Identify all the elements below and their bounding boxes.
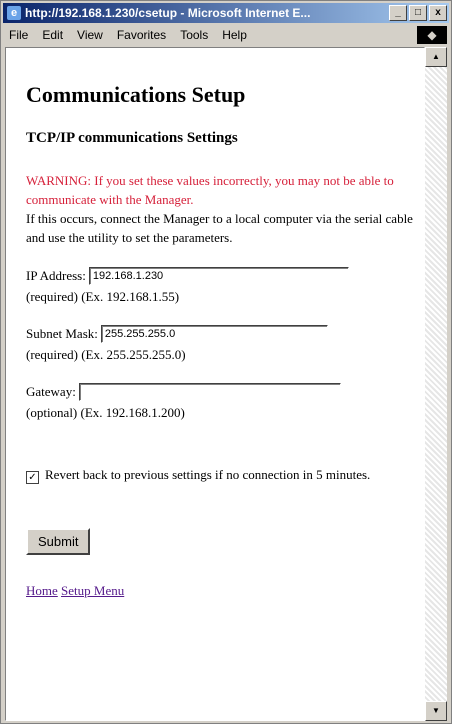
mask-hint: (required) (Ex. 255.255.255.0) bbox=[26, 347, 186, 362]
gateway-input[interactable] bbox=[78, 383, 341, 401]
page-title: Communications Setup bbox=[26, 82, 246, 107]
home-link[interactable]: Home bbox=[26, 583, 58, 598]
close-button[interactable]: x bbox=[429, 5, 447, 21]
minimize-button[interactable]: _ bbox=[389, 5, 407, 21]
mask-label: Subnet Mask: bbox=[26, 326, 98, 341]
subnet-mask-input[interactable] bbox=[100, 325, 328, 343]
title-bar: e http://192.168.1.230/csetup - Microsof… bbox=[3, 3, 449, 23]
ip-row: IP Address: bbox=[26, 267, 414, 285]
page-content: Communications Setup TCP/IP communicatio… bbox=[5, 47, 425, 721]
windows-logo-icon: ◆ bbox=[417, 26, 447, 44]
mask-row: Subnet Mask: bbox=[26, 325, 414, 343]
gateway-label: Gateway: bbox=[26, 384, 76, 399]
menu-tools[interactable]: Tools bbox=[180, 28, 208, 42]
menu-file[interactable]: File bbox=[9, 28, 28, 42]
menu-bar: File Edit View Favorites Tools Help ◆ bbox=[3, 25, 449, 45]
setup-menu-link[interactable]: Setup Menu bbox=[61, 583, 124, 598]
scroll-up-icon[interactable]: ▲ bbox=[425, 47, 447, 67]
revert-label: Revert back to previous settings if no c… bbox=[45, 467, 371, 482]
revert-option: ✓ Revert back to previous settings if no … bbox=[26, 465, 414, 484]
footer-links: Home Setup Menu bbox=[26, 583, 414, 599]
instructions-text: If this occurs, connect the Manager to a… bbox=[26, 211, 413, 245]
ie-icon: e bbox=[7, 6, 21, 20]
maximize-button[interactable]: □ bbox=[409, 5, 427, 21]
browser-window: e http://192.168.1.230/csetup - Microsof… bbox=[0, 0, 452, 724]
gateway-row: Gateway: bbox=[26, 383, 414, 401]
ip-hint: (required) (Ex. 192.168.1.55) bbox=[26, 289, 180, 304]
menu-help[interactable]: Help bbox=[222, 28, 247, 42]
vertical-scrollbar[interactable]: ▲ ▼ bbox=[425, 47, 447, 721]
warning-text: WARNING: If you set these values incorre… bbox=[26, 173, 394, 207]
ip-label: IP Address: bbox=[26, 268, 86, 283]
ip-address-input[interactable] bbox=[88, 267, 349, 285]
submit-button[interactable]: Submit bbox=[26, 528, 91, 555]
window-title: http://192.168.1.230/csetup - Microsoft … bbox=[25, 6, 311, 20]
menu-favorites[interactable]: Favorites bbox=[117, 28, 166, 42]
menu-edit[interactable]: Edit bbox=[42, 28, 63, 42]
gateway-hint: (optional) (Ex. 192.168.1.200) bbox=[26, 405, 185, 420]
revert-checkbox[interactable]: ✓ bbox=[26, 471, 39, 484]
menu-view[interactable]: View bbox=[77, 28, 103, 42]
section-title: TCP/IP communications Settings bbox=[26, 130, 238, 146]
scroll-down-icon[interactable]: ▼ bbox=[425, 701, 447, 721]
